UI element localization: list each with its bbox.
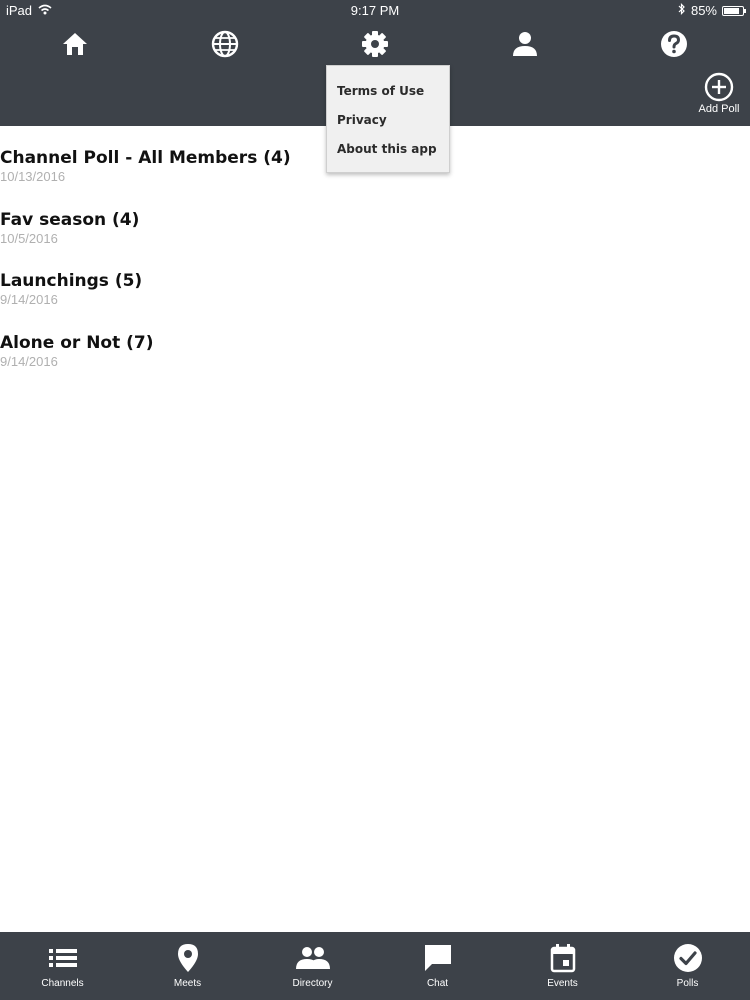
bluetooth-icon [678,3,686,18]
poll-title: Launchings (5) [0,271,143,291]
status-time: 9:17 PM [350,3,400,18]
tab-label: Meets [173,978,202,989]
poll-date: 10/5/2016 [0,230,58,246]
chat-bubble-icon [423,942,453,974]
tab-polls[interactable]: Polls [625,932,750,1000]
tab-meets[interactable]: Meets [125,932,250,1000]
battery-percent: 85% [690,3,717,18]
tab-label: Polls [676,978,699,989]
person-icon[interactable] [509,28,541,60]
poll-title: Alone or Not (7) [0,332,154,353]
poll-date: 9/14/2016 [0,353,58,369]
tab-directory[interactable]: Directory [250,932,375,1000]
help-icon[interactable] [658,28,690,60]
tab-label: Directory [292,978,333,989]
status-bar: iPad 9:17 PM 85% [0,0,750,22]
poll-list-item[interactable]: Launchings (5) 9/14/2016 [0,269,750,331]
tab-chat[interactable]: Chat [375,932,500,1000]
tab-events[interactable]: Events [500,932,625,1000]
calendar-icon [550,942,576,974]
poll-list-item[interactable]: Fav season (4) 10/5/2016 [0,208,750,270]
menu-item-about-this-app[interactable]: About this app [327,138,449,167]
poll-list-item[interactable]: Alone or Not (7) 9/14/2016 [0,331,750,393]
bottom-tab-bar: Channels Meets Directory Chat Events Pol… [0,932,750,1000]
list-icon [48,942,77,974]
settings-dropdown-menu: Terms of Use Privacy About this app [326,65,450,173]
add-poll-label: Add Poll [698,103,740,115]
poll-date: 9/14/2016 [0,292,58,307]
location-pin-icon [177,942,199,974]
menu-item-terms-of-use[interactable]: Terms of Use [327,80,449,109]
people-icon [295,942,330,974]
home-icon[interactable] [59,28,91,60]
battery-icon [722,5,746,16]
menu-item-privacy[interactable]: Privacy [327,109,449,138]
tab-label: Events [547,978,578,989]
poll-title: Fav season (4) [0,209,140,230]
checkmark-circle-icon [673,942,703,974]
add-poll-button[interactable]: Add Poll [694,72,744,115]
tab-label: Channels [41,978,84,989]
globe-icon[interactable] [209,28,241,60]
tab-label: Chat [426,978,449,989]
tab-channels[interactable]: Channels [0,932,125,1000]
gear-icon[interactable] [359,28,391,60]
plus-circle-icon [694,72,744,102]
poll-list: Channel Poll - All Members (4) 10/13/201… [0,146,750,392]
